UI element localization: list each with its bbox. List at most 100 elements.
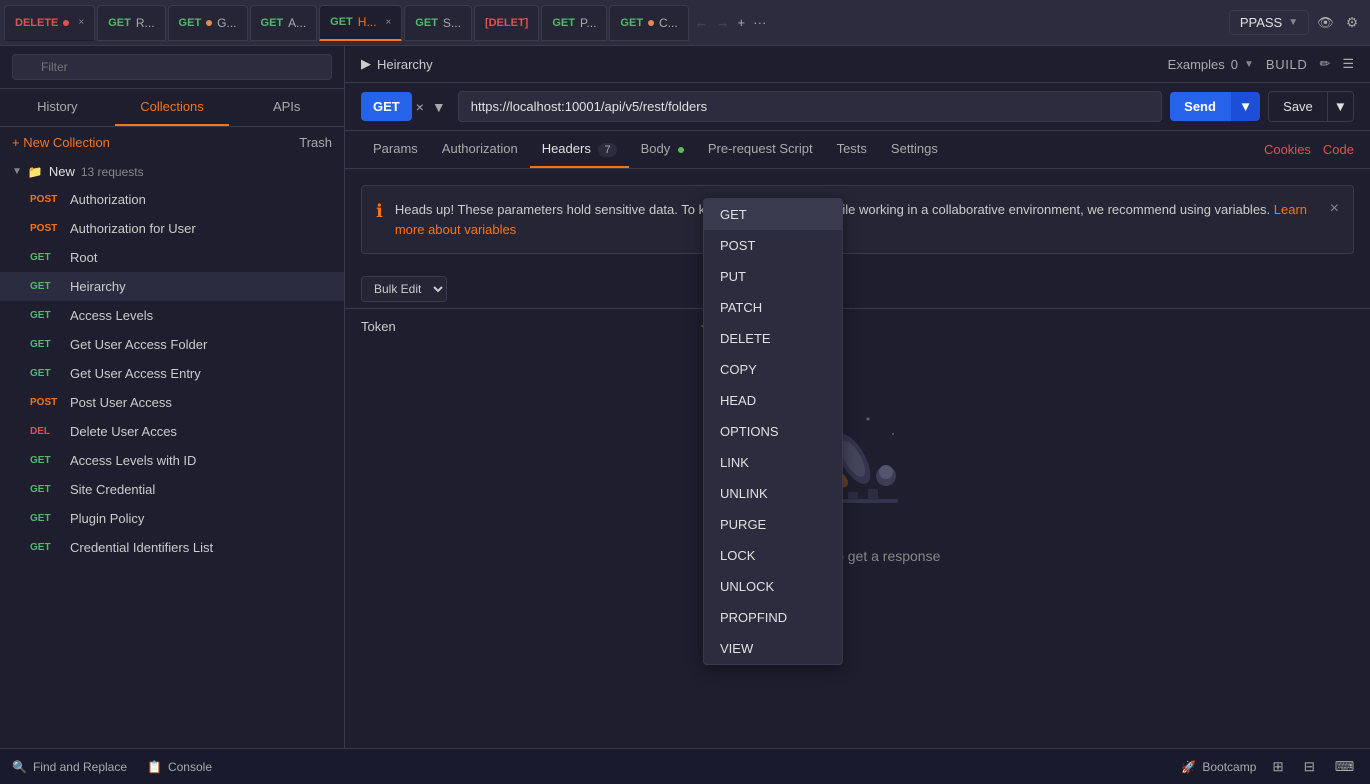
menu-icon[interactable]: ☰	[1342, 56, 1354, 72]
tab-delete[interactable]: DELETE ×	[4, 5, 95, 41]
request-item[interactable]: GET Get User Access Folder	[0, 330, 344, 359]
dropdown-item-link[interactable]: LINK	[704, 447, 842, 478]
method-badge: GET	[30, 542, 62, 553]
dropdown-item-propfind[interactable]: PROPFIND	[704, 602, 842, 633]
tab-pre-request[interactable]: Pre-request Script	[696, 131, 825, 168]
dropdown-item-get[interactable]: GET	[704, 199, 842, 230]
tab-get-r[interactable]: GET R...	[97, 5, 165, 41]
bulk-edit-select[interactable]: Bulk Edit	[361, 276, 447, 302]
sidebar-tab-history[interactable]: History	[0, 89, 115, 126]
sidebar-content: ▼ 📁 New 13 requests POST Authorization P…	[0, 158, 344, 748]
dropdown-item-view[interactable]: VIEW	[704, 633, 842, 664]
request-item[interactable]: POST Authorization	[0, 185, 344, 214]
find-replace-button[interactable]: 🔍 Find and Replace	[12, 760, 127, 774]
dropdown-item-unlink[interactable]: UNLINK	[704, 478, 842, 509]
request-item[interactable]: DEL Delete User Acces	[0, 417, 344, 446]
learn-more-link[interactable]: Learn more about variables	[395, 202, 1307, 237]
alert-banner: ℹ Heads up! These parameters hold sensit…	[361, 185, 1354, 254]
request-name: Root	[70, 250, 97, 265]
tab-dot	[63, 20, 69, 26]
send-button[interactable]: Send	[1170, 92, 1230, 121]
more-tabs-button[interactable]: ···	[749, 11, 770, 34]
tab-get-g[interactable]: GET G...	[168, 5, 248, 41]
dropdown-item-unlock[interactable]: UNLOCK	[704, 571, 842, 602]
save-caret-button[interactable]: ▼	[1328, 91, 1354, 122]
dropdown-item-options[interactable]: OPTIONS	[704, 416, 842, 447]
request-item[interactable]: GET Site Credential	[0, 475, 344, 504]
url-input[interactable]	[458, 91, 1162, 122]
console-button[interactable]: 📋 Console	[147, 760, 212, 774]
collection-name: New	[49, 164, 75, 179]
method-selector[interactable]: GET	[361, 92, 412, 121]
dropdown-item-head[interactable]: HEAD	[704, 385, 842, 416]
tab-params[interactable]: Params	[361, 131, 430, 168]
method-selector-close[interactable]: ×	[412, 99, 428, 115]
method-badge: GET	[30, 368, 62, 379]
new-collection-button[interactable]: + New Collection	[12, 135, 110, 150]
examples-label: Examples	[1168, 57, 1225, 72]
bootcamp-button[interactable]: 🚀 Bootcamp	[1181, 760, 1256, 774]
tabs-area: DELETE × GET R... GET G... GET A... GET …	[0, 5, 1221, 41]
code-link[interactable]: Code	[1323, 142, 1354, 157]
tab-delete2[interactable]: [DELET]	[474, 5, 539, 41]
request-tabs: Params Authorization Headers 7 Body Pre-…	[345, 131, 1370, 169]
close-icon[interactable]: ×	[1330, 200, 1339, 218]
tab-tests[interactable]: Tests	[825, 131, 879, 168]
request-item-heirarchy[interactable]: GET Heirarchy	[0, 272, 344, 301]
method-badge: GET	[30, 484, 62, 495]
request-item[interactable]: GET Access Levels	[0, 301, 344, 330]
dropdown-item-put[interactable]: PUT	[704, 261, 842, 292]
tab-headers[interactable]: Headers 7	[530, 131, 629, 168]
request-item[interactable]: POST Post User Access	[0, 388, 344, 417]
build-button[interactable]: BUILD	[1266, 57, 1308, 72]
save-button[interactable]: Save	[1268, 91, 1328, 122]
send-caret-button[interactable]: ▼	[1230, 92, 1260, 121]
layout-icon-2[interactable]: ⊟	[1300, 755, 1319, 779]
tab-body[interactable]: Body	[629, 131, 696, 168]
eye-icon[interactable]: 👁	[1313, 11, 1338, 35]
info-icon: ℹ	[376, 201, 383, 222]
sidebar-tab-apis[interactable]: APIs	[229, 89, 344, 126]
tab-get-a[interactable]: GET A...	[250, 5, 318, 41]
method-selector-caret[interactable]: ▼	[428, 99, 450, 115]
trash-button[interactable]: Trash	[299, 135, 332, 150]
tab-method-label: [DELET]	[485, 17, 528, 29]
layout-icon-1[interactable]: ⊞	[1268, 755, 1287, 779]
dropdown-item-delete[interactable]: DELETE	[704, 323, 842, 354]
tab-get-h[interactable]: GET H... ×	[319, 5, 402, 41]
keyboard-icon[interactable]: ⌨	[1331, 755, 1358, 779]
settings-icon[interactable]: ⚙	[1342, 11, 1362, 35]
request-name: Authorization	[70, 192, 146, 207]
param-row: Token {{authorization}}	[345, 308, 1370, 344]
dropdown-item-post[interactable]: POST	[704, 230, 842, 261]
navigate-forward: →	[712, 11, 733, 34]
tab-get-s[interactable]: GET S...	[404, 5, 472, 41]
tab-close[interactable]: ×	[78, 17, 84, 28]
tab-label: P...	[580, 16, 596, 30]
request-item[interactable]: POST Authorization for User	[0, 214, 344, 243]
request-item[interactable]: GET Access Levels with ID	[0, 446, 344, 475]
request-item[interactable]: GET Get User Access Entry	[0, 359, 344, 388]
dropdown-item-lock[interactable]: LOCK	[704, 540, 842, 571]
request-name: Get User Access Folder	[70, 337, 207, 352]
tab-get-p[interactable]: GET P...	[541, 5, 607, 41]
request-item[interactable]: GET Plugin Policy	[0, 504, 344, 533]
dropdown-item-copy[interactable]: COPY	[704, 354, 842, 385]
tab-authorization[interactable]: Authorization	[430, 131, 530, 168]
dropdown-item-purge[interactable]: PURGE	[704, 509, 842, 540]
cookies-link[interactable]: Cookies	[1264, 142, 1311, 157]
tab-settings[interactable]: Settings	[879, 131, 950, 168]
dropdown-item-patch[interactable]: PATCH	[704, 292, 842, 323]
request-item[interactable]: GET Credential Identifiers List	[0, 533, 344, 562]
environment-selector[interactable]: PPASS ▼	[1229, 10, 1309, 35]
tab-get-c[interactable]: GET C...	[609, 5, 688, 41]
request-item[interactable]: GET Root	[0, 243, 344, 272]
new-tab-button[interactable]: +	[733, 11, 749, 34]
collection-header[interactable]: ▼ 📁 New 13 requests	[0, 158, 344, 185]
sidebar-tab-collections[interactable]: Collections	[115, 89, 230, 126]
filter-input[interactable]	[12, 54, 332, 80]
tab-label: C...	[659, 16, 678, 30]
tab-close[interactable]: ×	[385, 17, 391, 28]
edit-icon[interactable]: ✏	[1319, 56, 1330, 72]
examples-button[interactable]: Examples 0 ▼	[1168, 57, 1254, 72]
